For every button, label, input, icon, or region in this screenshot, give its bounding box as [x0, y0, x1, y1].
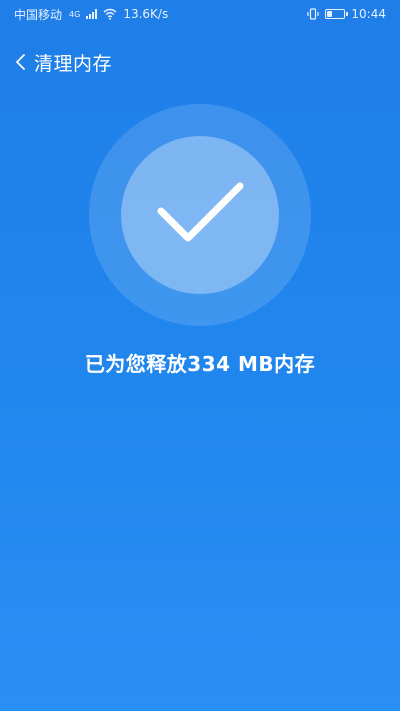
battery-level-fill	[327, 11, 332, 17]
network-speed-label: 13.6K/s	[123, 7, 169, 21]
checkmark-icon	[157, 182, 244, 242]
signal-strength-icon	[86, 9, 98, 19]
chevron-left-icon	[16, 54, 25, 70]
status-left: 中国移动 4G 13.6K/s	[14, 6, 168, 23]
status-bar: 中国移动 4G 13.6K/s 10:44	[0, 0, 400, 28]
page-title: 清理内存	[34, 52, 113, 75]
wifi-icon	[103, 8, 117, 20]
clock-label: 10:44	[351, 7, 386, 21]
back-button[interactable]: 清理内存	[14, 49, 112, 76]
network-type-label: 4G	[69, 9, 81, 19]
carrier-label: 中国移动	[14, 7, 63, 22]
status-right: 10:44	[307, 7, 386, 21]
battery-icon	[325, 9, 349, 19]
result-message: 已为您释放334 MB内存	[84, 352, 316, 376]
vibrate-icon	[307, 8, 320, 20]
success-graphic	[89, 104, 311, 326]
header: 清理内存	[0, 44, 400, 80]
